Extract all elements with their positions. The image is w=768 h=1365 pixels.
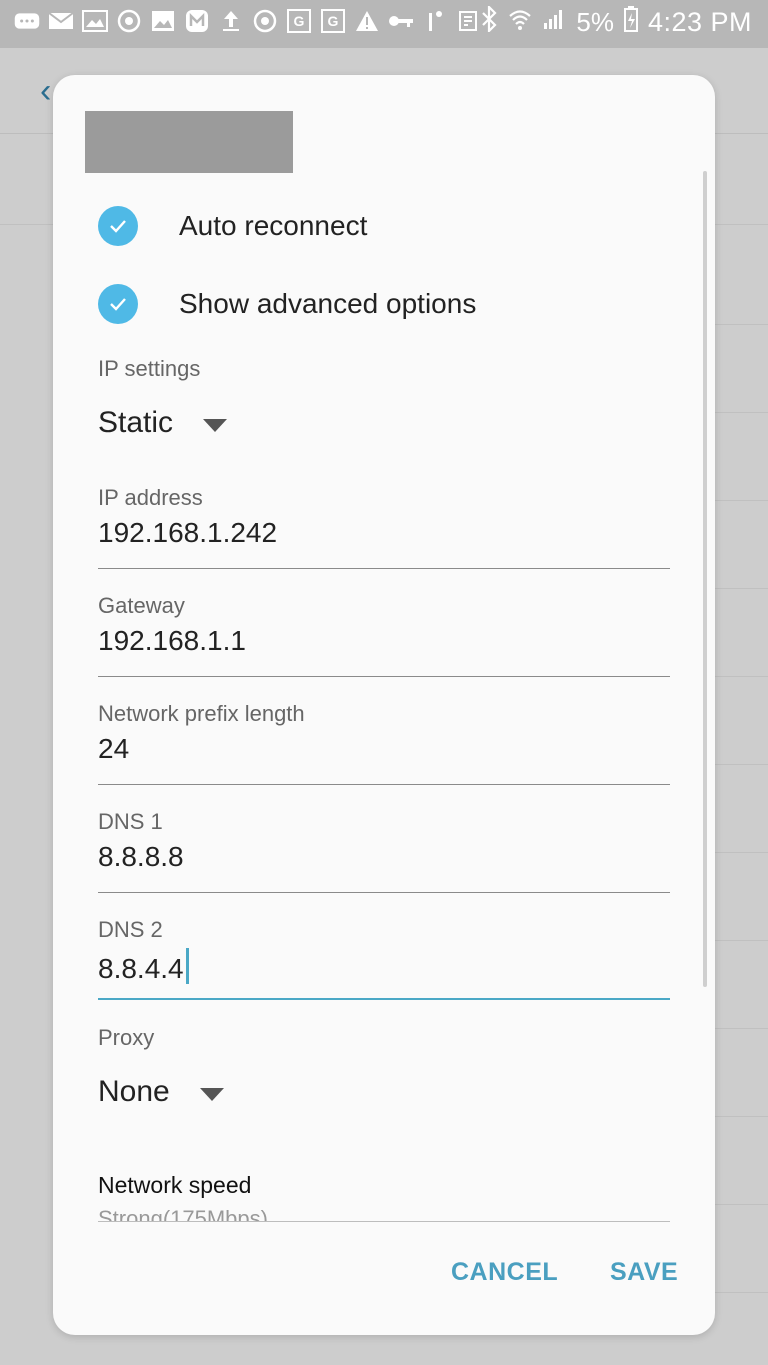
network-speed-label: Network speed (98, 1172, 252, 1198)
signal-icon (542, 7, 566, 38)
dropdown-arrow-icon (203, 418, 228, 432)
background-divider (715, 676, 768, 677)
background-divider (715, 1204, 768, 1205)
auto-reconnect-label: Auto reconnect (179, 210, 368, 241)
wifi-icon (508, 7, 532, 38)
notification-icons: G G (14, 8, 482, 34)
gallery-icon (82, 8, 108, 34)
prefix-length-field[interactable]: 24 (98, 733, 670, 785)
background-divider (715, 1028, 768, 1029)
gateway-value: 192.168.1.1 (98, 625, 246, 656)
prefix-length-label: Network prefix length (98, 701, 305, 726)
background-divider (715, 412, 768, 413)
prefix-length-value: 24 (98, 733, 130, 764)
battery-percent: 5% (576, 7, 614, 37)
proxy-value: None (98, 1075, 170, 1108)
warning-icon (354, 8, 380, 34)
sync-icon (252, 8, 278, 34)
upload-icon (218, 8, 244, 34)
checkmark-icon (98, 206, 138, 246)
dns2-value-wrap: 8.8.4.4 (98, 948, 189, 985)
ip-address-field[interactable]: 192.168.1.242 (98, 517, 670, 569)
vpn-icon (422, 8, 448, 34)
ip-settings-value: Static (98, 406, 174, 439)
clock: 4:23 PM (647, 7, 752, 37)
save-button[interactable]: SAVE (610, 1258, 678, 1287)
bluetooth-icon (480, 4, 498, 39)
gateway-field[interactable]: 192.168.1.1 (98, 625, 670, 677)
sync-icon (116, 8, 142, 34)
dns2-field[interactable]: 8.8.4.4 (98, 948, 670, 1000)
text-cursor (185, 948, 189, 984)
ip-address-value: 192.168.1.242 (98, 517, 278, 548)
ip-settings-dropdown[interactable]: Static (98, 406, 228, 440)
chat-icon (14, 8, 40, 34)
wifi-config-dialog: Auto reconnect Show advanced options IP … (53, 75, 715, 1335)
mail-icon (48, 8, 74, 34)
background-divider (715, 852, 768, 853)
nfc-icon (456, 8, 482, 34)
battery-icon (623, 6, 638, 39)
background-divider (715, 940, 768, 941)
show-advanced-label: Show advanced options (179, 288, 477, 319)
app-icon (184, 8, 210, 34)
image-icon (150, 8, 176, 34)
dropdown-arrow-icon (199, 1087, 224, 1101)
auto-reconnect-checkbox[interactable]: Auto reconnect (98, 204, 367, 248)
g-icon: G (320, 8, 346, 34)
proxy-dropdown[interactable]: None (98, 1075, 224, 1109)
background-divider (715, 1116, 768, 1117)
network-speed-value: Strong(175Mbps) (98, 1206, 268, 1222)
cancel-button[interactable]: CANCEL (451, 1258, 558, 1287)
background-divider (715, 588, 768, 589)
dns1-value: 8.8.8.8 (98, 841, 184, 872)
svg-text:G: G (294, 13, 305, 29)
back-arrow-icon: ‹ (40, 72, 52, 110)
show-advanced-checkbox[interactable]: Show advanced options (98, 282, 476, 326)
background-divider (715, 324, 768, 325)
checkmark-icon (98, 284, 138, 324)
actions-divider (98, 1221, 670, 1222)
ip-address-label: IP address (98, 485, 203, 510)
key-icon (388, 8, 414, 34)
dns1-label: DNS 1 (98, 809, 163, 834)
status-bar: G G 5% 4:23 PM (0, 0, 768, 48)
redacted-network-name (85, 111, 293, 173)
gateway-label: Gateway (98, 593, 185, 618)
ip-settings-label: IP settings (98, 356, 201, 381)
dns1-field[interactable]: 8.8.8.8 (98, 841, 670, 893)
system-status: 5% 4:23 PM (480, 4, 752, 39)
background-divider (715, 764, 768, 765)
background-divider (715, 500, 768, 501)
background-divider (715, 1292, 768, 1293)
proxy-label: Proxy (98, 1025, 155, 1050)
svg-text:G: G (328, 13, 339, 29)
scrollbar[interactable] (703, 171, 707, 987)
g-icon: G (286, 8, 312, 34)
dns2-value: 8.8.4.4 (98, 953, 184, 984)
dns2-label: DNS 2 (98, 917, 163, 942)
